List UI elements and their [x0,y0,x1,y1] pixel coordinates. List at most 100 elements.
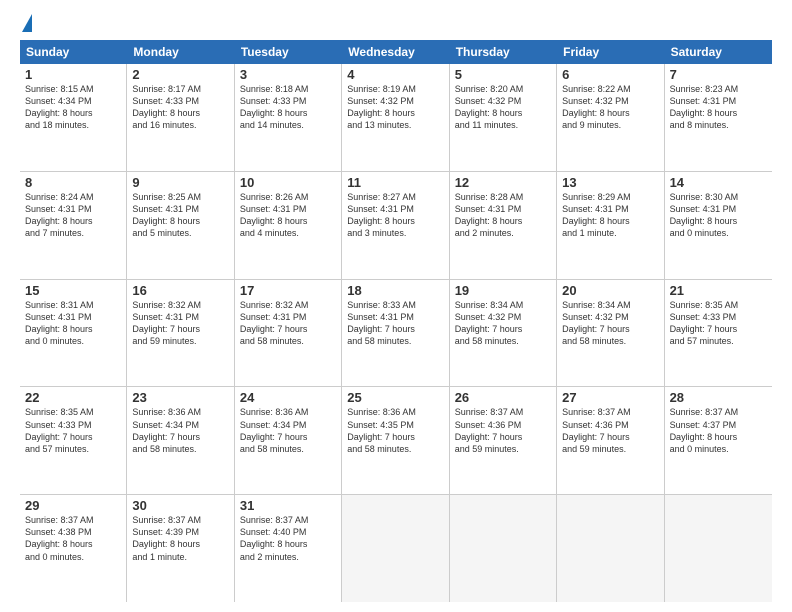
cell-info: Sunrise: 8:33 AMSunset: 4:31 PMDaylight:… [347,299,443,348]
cell-info: Sunrise: 8:28 AMSunset: 4:31 PMDaylight:… [455,191,551,240]
calendar-cell: 24Sunrise: 8:36 AMSunset: 4:34 PMDayligh… [235,387,342,494]
cell-info: Sunrise: 8:37 AMSunset: 4:36 PMDaylight:… [455,406,551,455]
day-number: 12 [455,175,551,190]
header [20,16,772,32]
calendar-row: 8Sunrise: 8:24 AMSunset: 4:31 PMDaylight… [20,172,772,280]
day-number: 20 [562,283,658,298]
calendar-header: SundayMondayTuesdayWednesdayThursdayFrid… [20,40,772,64]
day-number: 17 [240,283,336,298]
cell-info: Sunrise: 8:26 AMSunset: 4:31 PMDaylight:… [240,191,336,240]
calendar-cell [665,495,772,602]
calendar-cell: 1Sunrise: 8:15 AMSunset: 4:34 PMDaylight… [20,64,127,171]
cell-info: Sunrise: 8:35 AMSunset: 4:33 PMDaylight:… [670,299,767,348]
calendar-row: 15Sunrise: 8:31 AMSunset: 4:31 PMDayligh… [20,280,772,388]
day-number: 9 [132,175,228,190]
day-number: 21 [670,283,767,298]
calendar-cell: 11Sunrise: 8:27 AMSunset: 4:31 PMDayligh… [342,172,449,279]
day-number: 25 [347,390,443,405]
calendar-cell: 26Sunrise: 8:37 AMSunset: 4:36 PMDayligh… [450,387,557,494]
calendar-cell: 2Sunrise: 8:17 AMSunset: 4:33 PMDaylight… [127,64,234,171]
calendar-cell: 3Sunrise: 8:18 AMSunset: 4:33 PMDaylight… [235,64,342,171]
day-number: 3 [240,67,336,82]
calendar-cell: 19Sunrise: 8:34 AMSunset: 4:32 PMDayligh… [450,280,557,387]
day-number: 29 [25,498,121,513]
calendar-cell: 16Sunrise: 8:32 AMSunset: 4:31 PMDayligh… [127,280,234,387]
page: SundayMondayTuesdayWednesdayThursdayFrid… [0,0,792,612]
cell-info: Sunrise: 8:30 AMSunset: 4:31 PMDaylight:… [670,191,767,240]
calendar-cell: 8Sunrise: 8:24 AMSunset: 4:31 PMDaylight… [20,172,127,279]
calendar-row: 29Sunrise: 8:37 AMSunset: 4:38 PMDayligh… [20,495,772,602]
calendar-cell: 17Sunrise: 8:32 AMSunset: 4:31 PMDayligh… [235,280,342,387]
calendar-body: 1Sunrise: 8:15 AMSunset: 4:34 PMDaylight… [20,64,772,602]
day-number: 31 [240,498,336,513]
weekday-header: Tuesday [235,40,342,64]
calendar-cell: 28Sunrise: 8:37 AMSunset: 4:37 PMDayligh… [665,387,772,494]
calendar-cell: 6Sunrise: 8:22 AMSunset: 4:32 PMDaylight… [557,64,664,171]
day-number: 16 [132,283,228,298]
cell-info: Sunrise: 8:18 AMSunset: 4:33 PMDaylight:… [240,83,336,132]
day-number: 13 [562,175,658,190]
day-number: 24 [240,390,336,405]
day-number: 27 [562,390,658,405]
cell-info: Sunrise: 8:22 AMSunset: 4:32 PMDaylight:… [562,83,658,132]
cell-info: Sunrise: 8:37 AMSunset: 4:37 PMDaylight:… [670,406,767,455]
cell-info: Sunrise: 8:32 AMSunset: 4:31 PMDaylight:… [240,299,336,348]
calendar-row: 22Sunrise: 8:35 AMSunset: 4:33 PMDayligh… [20,387,772,495]
calendar-cell: 5Sunrise: 8:20 AMSunset: 4:32 PMDaylight… [450,64,557,171]
day-number: 19 [455,283,551,298]
cell-info: Sunrise: 8:19 AMSunset: 4:32 PMDaylight:… [347,83,443,132]
weekday-header: Wednesday [342,40,449,64]
cell-info: Sunrise: 8:31 AMSunset: 4:31 PMDaylight:… [25,299,121,348]
cell-info: Sunrise: 8:29 AMSunset: 4:31 PMDaylight:… [562,191,658,240]
cell-info: Sunrise: 8:37 AMSunset: 4:40 PMDaylight:… [240,514,336,563]
calendar-cell [557,495,664,602]
day-number: 8 [25,175,121,190]
cell-info: Sunrise: 8:37 AMSunset: 4:39 PMDaylight:… [132,514,228,563]
calendar-cell: 4Sunrise: 8:19 AMSunset: 4:32 PMDaylight… [342,64,449,171]
day-number: 23 [132,390,228,405]
day-number: 2 [132,67,228,82]
cell-info: Sunrise: 8:36 AMSunset: 4:35 PMDaylight:… [347,406,443,455]
day-number: 28 [670,390,767,405]
calendar-cell [450,495,557,602]
cell-info: Sunrise: 8:37 AMSunset: 4:36 PMDaylight:… [562,406,658,455]
cell-info: Sunrise: 8:36 AMSunset: 4:34 PMDaylight:… [132,406,228,455]
day-number: 1 [25,67,121,82]
cell-info: Sunrise: 8:35 AMSunset: 4:33 PMDaylight:… [25,406,121,455]
cell-info: Sunrise: 8:20 AMSunset: 4:32 PMDaylight:… [455,83,551,132]
day-number: 18 [347,283,443,298]
day-number: 10 [240,175,336,190]
calendar-cell: 9Sunrise: 8:25 AMSunset: 4:31 PMDaylight… [127,172,234,279]
cell-info: Sunrise: 8:37 AMSunset: 4:38 PMDaylight:… [25,514,121,563]
calendar-cell: 14Sunrise: 8:30 AMSunset: 4:31 PMDayligh… [665,172,772,279]
day-number: 26 [455,390,551,405]
cell-info: Sunrise: 8:32 AMSunset: 4:31 PMDaylight:… [132,299,228,348]
cell-info: Sunrise: 8:17 AMSunset: 4:33 PMDaylight:… [132,83,228,132]
cell-info: Sunrise: 8:27 AMSunset: 4:31 PMDaylight:… [347,191,443,240]
calendar-cell: 27Sunrise: 8:37 AMSunset: 4:36 PMDayligh… [557,387,664,494]
weekday-header: Monday [127,40,234,64]
day-number: 11 [347,175,443,190]
cell-info: Sunrise: 8:34 AMSunset: 4:32 PMDaylight:… [562,299,658,348]
calendar-cell: 10Sunrise: 8:26 AMSunset: 4:31 PMDayligh… [235,172,342,279]
calendar-cell: 12Sunrise: 8:28 AMSunset: 4:31 PMDayligh… [450,172,557,279]
day-number: 5 [455,67,551,82]
weekday-header: Sunday [20,40,127,64]
cell-info: Sunrise: 8:24 AMSunset: 4:31 PMDaylight:… [25,191,121,240]
calendar-cell: 23Sunrise: 8:36 AMSunset: 4:34 PMDayligh… [127,387,234,494]
cell-info: Sunrise: 8:15 AMSunset: 4:34 PMDaylight:… [25,83,121,132]
calendar-cell: 7Sunrise: 8:23 AMSunset: 4:31 PMDaylight… [665,64,772,171]
calendar-cell: 13Sunrise: 8:29 AMSunset: 4:31 PMDayligh… [557,172,664,279]
calendar-cell: 20Sunrise: 8:34 AMSunset: 4:32 PMDayligh… [557,280,664,387]
calendar-cell: 30Sunrise: 8:37 AMSunset: 4:39 PMDayligh… [127,495,234,602]
cell-info: Sunrise: 8:23 AMSunset: 4:31 PMDaylight:… [670,83,767,132]
day-number: 7 [670,67,767,82]
calendar-cell [342,495,449,602]
day-number: 30 [132,498,228,513]
calendar-cell: 15Sunrise: 8:31 AMSunset: 4:31 PMDayligh… [20,280,127,387]
cell-info: Sunrise: 8:25 AMSunset: 4:31 PMDaylight:… [132,191,228,240]
logo-triangle-icon [22,14,32,32]
calendar-cell: 31Sunrise: 8:37 AMSunset: 4:40 PMDayligh… [235,495,342,602]
calendar-cell: 25Sunrise: 8:36 AMSunset: 4:35 PMDayligh… [342,387,449,494]
weekday-header: Thursday [450,40,557,64]
